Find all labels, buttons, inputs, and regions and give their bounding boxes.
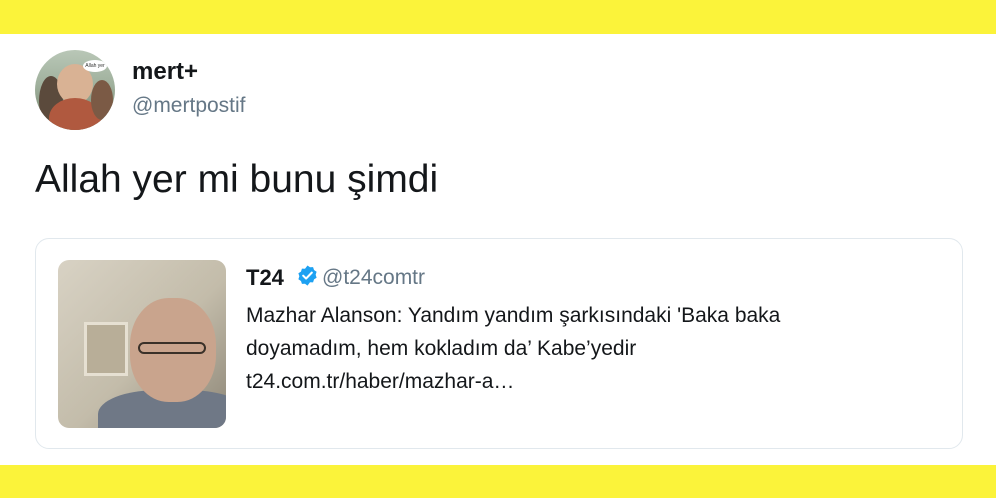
user-display-name[interactable]: mert+ (132, 58, 198, 86)
bottom-yellow-band (0, 465, 996, 498)
avatar-figure-right (91, 80, 113, 120)
quoted-tweet-card[interactable]: T24 @t24comtr Mazhar Alanson: Yandım yan… (35, 238, 963, 449)
top-yellow-band (0, 0, 996, 34)
user-avatar[interactable]: Allah yer (35, 50, 115, 130)
thumbnail-person-glasses (138, 342, 206, 354)
thumbnail-background-frame (84, 322, 128, 376)
quoted-display-name[interactable]: T24 (246, 265, 284, 291)
quoted-handle[interactable]: @t24comtr (322, 266, 425, 290)
quoted-tweet-thumbnail[interactable] (58, 260, 226, 428)
quoted-text-line: Mazhar Alanson: Yandım yandım şarkısında… (246, 304, 781, 327)
verified-badge-icon (298, 265, 317, 286)
quoted-text-line: doyamadım, hem kokladım da’ Kabe’yedir (246, 337, 637, 360)
quoted-tweet-text: Mazhar Alanson: Yandım yandım şarkısında… (246, 299, 946, 398)
avatar-speech-bubble: Allah yer (83, 60, 107, 72)
tweet-text: Allah yer mi bunu şimdi (35, 158, 439, 201)
user-handle[interactable]: @mertpostif (132, 94, 246, 118)
quoted-link[interactable]: t24.com.tr/haber/mazhar-a… (246, 365, 946, 398)
